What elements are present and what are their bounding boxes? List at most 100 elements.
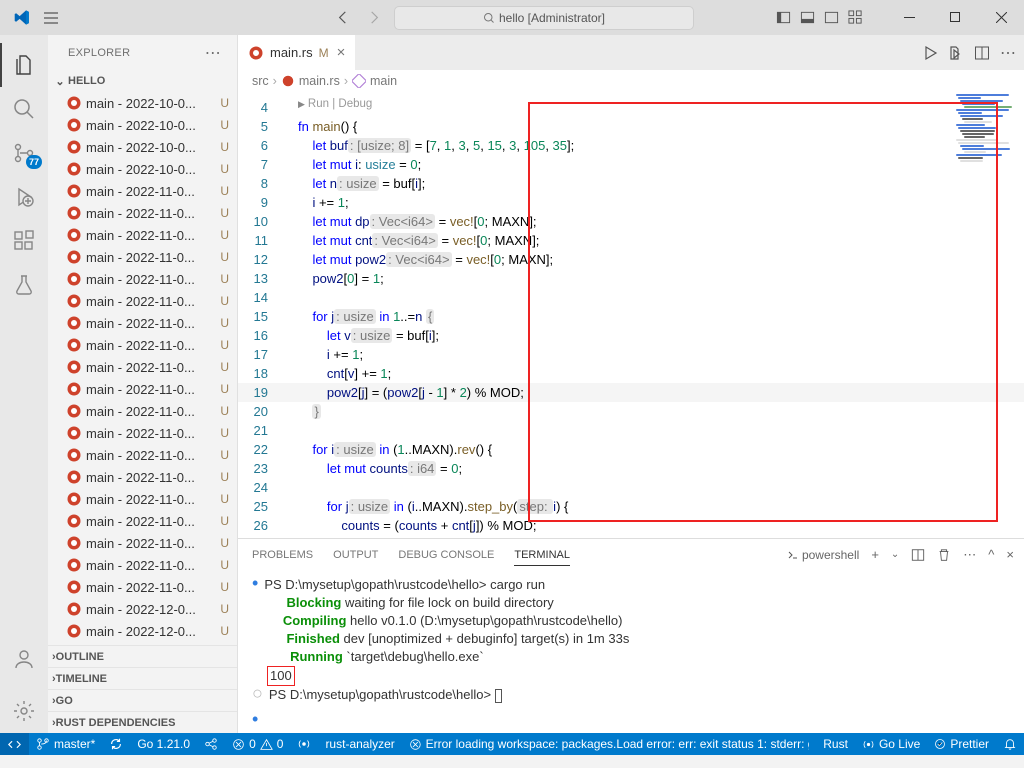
scm-badge: 77 [26,155,42,169]
file-item[interactable]: main - 2022-10-0...U [48,92,237,114]
file-item[interactable]: main - 2022-11-0...U [48,422,237,444]
layout-sidebar-left-icon[interactable] [772,7,794,29]
tab-more-icon[interactable]: ⋯ [1000,43,1016,63]
layout-panel-icon[interactable] [796,7,818,29]
file-item[interactable]: main - 2022-11-0...U [48,268,237,290]
status-language[interactable]: Rust [816,733,855,755]
file-item[interactable]: main - 2022-11-0...U [48,510,237,532]
file-item[interactable]: main - 2022-11-0...U [48,202,237,224]
activity-explorer-icon[interactable] [0,43,48,87]
status-bar: master* Go 1.21.0 0 0 rust-analyzer Erro… [0,733,1024,755]
tab-close-icon[interactable]: × [337,44,346,61]
sidebar-header: EXPLORER ⋯ [48,35,237,70]
highlight-box [528,102,998,522]
activity-extensions-icon[interactable] [0,219,48,263]
window-maximize-icon[interactable] [932,0,978,35]
gutter: 4567891011121314151617181920212223242526 [238,92,286,535]
status-prettier[interactable]: Prettier [927,733,996,755]
status-radio-icon[interactable] [290,733,318,755]
tab-main-rs[interactable]: main.rs M × [238,35,355,70]
new-terminal-icon[interactable]: + [871,547,879,562]
code-editor[interactable]: ▶Run | Debug 456789101112131415161718192… [238,92,1024,538]
terminal-dropdown-icon[interactable]: ⌄ [891,549,899,560]
panel-close-icon[interactable]: × [1006,547,1014,562]
file-item[interactable]: main - 2022-12-0...U [48,598,237,620]
layout-customize-icon[interactable] [844,7,866,29]
file-item[interactable]: main - 2022-11-0...U [48,312,237,334]
status-errors[interactable]: 0 0 [225,733,290,755]
status-go-live[interactable]: Go Live [855,733,927,755]
menu-icon[interactable] [43,10,59,26]
minimap[interactable] [956,94,1016,194]
split-terminal-icon[interactable] [911,548,925,562]
file-item[interactable]: main - 2022-11-0...U [48,554,237,576]
project-section[interactable]: ⌄HELLO [48,70,237,92]
tab-debug-console[interactable]: DEBUG CONSOLE [398,549,494,561]
activity-debug-icon[interactable] [0,175,48,219]
activity-testing-icon[interactable] [0,263,48,307]
file-item[interactable]: main - 2022-11-0...U [48,180,237,202]
activity-account-icon[interactable] [0,637,48,681]
file-item[interactable]: main - 2022-10-0...U [48,158,237,180]
tab-problems[interactable]: PROBLEMS [252,549,313,561]
terminal[interactable]: •PS D:\mysetup\gopath\rustcode\hello> ca… [238,570,1024,733]
vscode-icon [14,9,31,26]
window-close-icon[interactable] [978,0,1024,35]
file-item[interactable]: main - 2022-11-0...U [48,466,237,488]
status-error-msg[interactable]: Error loading workspace: packages.Load e… [402,733,816,755]
section-timeline[interactable]: ›TIMELINE [48,667,237,689]
section-outline[interactable]: ›OUTLINE [48,645,237,667]
status-branch[interactable]: master* [29,733,102,755]
tab-output[interactable]: OUTPUT [333,549,378,561]
layout-sidebar-right-icon[interactable] [820,7,842,29]
activity-search-icon[interactable] [0,87,48,131]
breadcrumb[interactable]: src› main.rs› main [238,70,1024,92]
code-content: fn main() { let buf: [usize; 8] = [7, 1,… [298,117,574,538]
panel-more-icon[interactable]: ⋯ [963,547,976,563]
rust-file-icon [281,74,295,88]
file-item[interactable]: main - 2022-11-0...U [48,400,237,422]
split-icon[interactable] [974,45,990,61]
panel-maximize-icon[interactable]: ^ [988,547,994,562]
file-item[interactable]: main - 2022-10-0...U [48,114,237,136]
trash-icon[interactable] [937,548,951,562]
activity-scm-icon[interactable]: 77 [0,131,48,175]
status-rust-analyzer[interactable]: rust-analyzer [318,733,401,755]
status-bell-icon[interactable] [996,733,1024,755]
run-icon[interactable] [922,45,938,61]
file-item[interactable]: main - 2022-11-0...U [48,378,237,400]
file-item[interactable]: main - 2022-11-0...U [48,290,237,312]
tab-terminal[interactable]: TERMINAL [514,549,570,566]
sidebar-more-icon[interactable]: ⋯ [205,43,221,63]
rust-file-icon [248,45,264,61]
title-bar: hello [Administrator] [0,0,1024,35]
file-item[interactable]: main - 2022-11-0...U [48,488,237,510]
file-item[interactable]: main - 2022-11-0...U [48,576,237,598]
activity-settings-icon[interactable] [0,689,48,733]
status-share-icon[interactable] [197,733,225,755]
file-item[interactable]: main - 2022-11-0...U [48,334,237,356]
status-go-version[interactable]: Go 1.21.0 [130,733,197,755]
window-minimize-icon[interactable] [886,0,932,35]
remote-indicator[interactable] [0,733,29,755]
file-item[interactable]: main - 2022-11-0...U [48,356,237,378]
file-item[interactable]: main - 2022-10-0...U [48,136,237,158]
command-center[interactable]: hello [Administrator] [394,6,694,30]
diff-icon[interactable] [948,45,964,61]
file-item[interactable]: main - 2022-11-0...U [48,532,237,554]
symbol-function-icon [352,74,366,88]
file-list: main - 2022-10-0...Umain - 2022-10-0...U… [48,92,237,645]
status-sync[interactable] [102,733,130,755]
panel-tabs: PROBLEMS OUTPUT DEBUG CONSOLE TERMINAL p… [238,539,1024,570]
codelens[interactable]: ▶Run | Debug [298,98,372,110]
file-item[interactable]: main - 2022-11-0...U [48,224,237,246]
nav-forward-icon[interactable] [362,6,386,30]
section-go[interactable]: ›GO [48,689,237,711]
tab-bar: main.rs M × ⋯ [238,35,1024,70]
file-item[interactable]: main - 2022-12-0...U [48,620,237,642]
file-item[interactable]: main - 2022-11-0...U [48,444,237,466]
file-item[interactable]: main - 2022-11-0...U [48,246,237,268]
terminal-shell[interactable]: powershell [787,548,859,562]
section-rust[interactable]: ›RUST DEPENDENCIES [48,711,237,733]
nav-back-icon[interactable] [330,6,354,30]
